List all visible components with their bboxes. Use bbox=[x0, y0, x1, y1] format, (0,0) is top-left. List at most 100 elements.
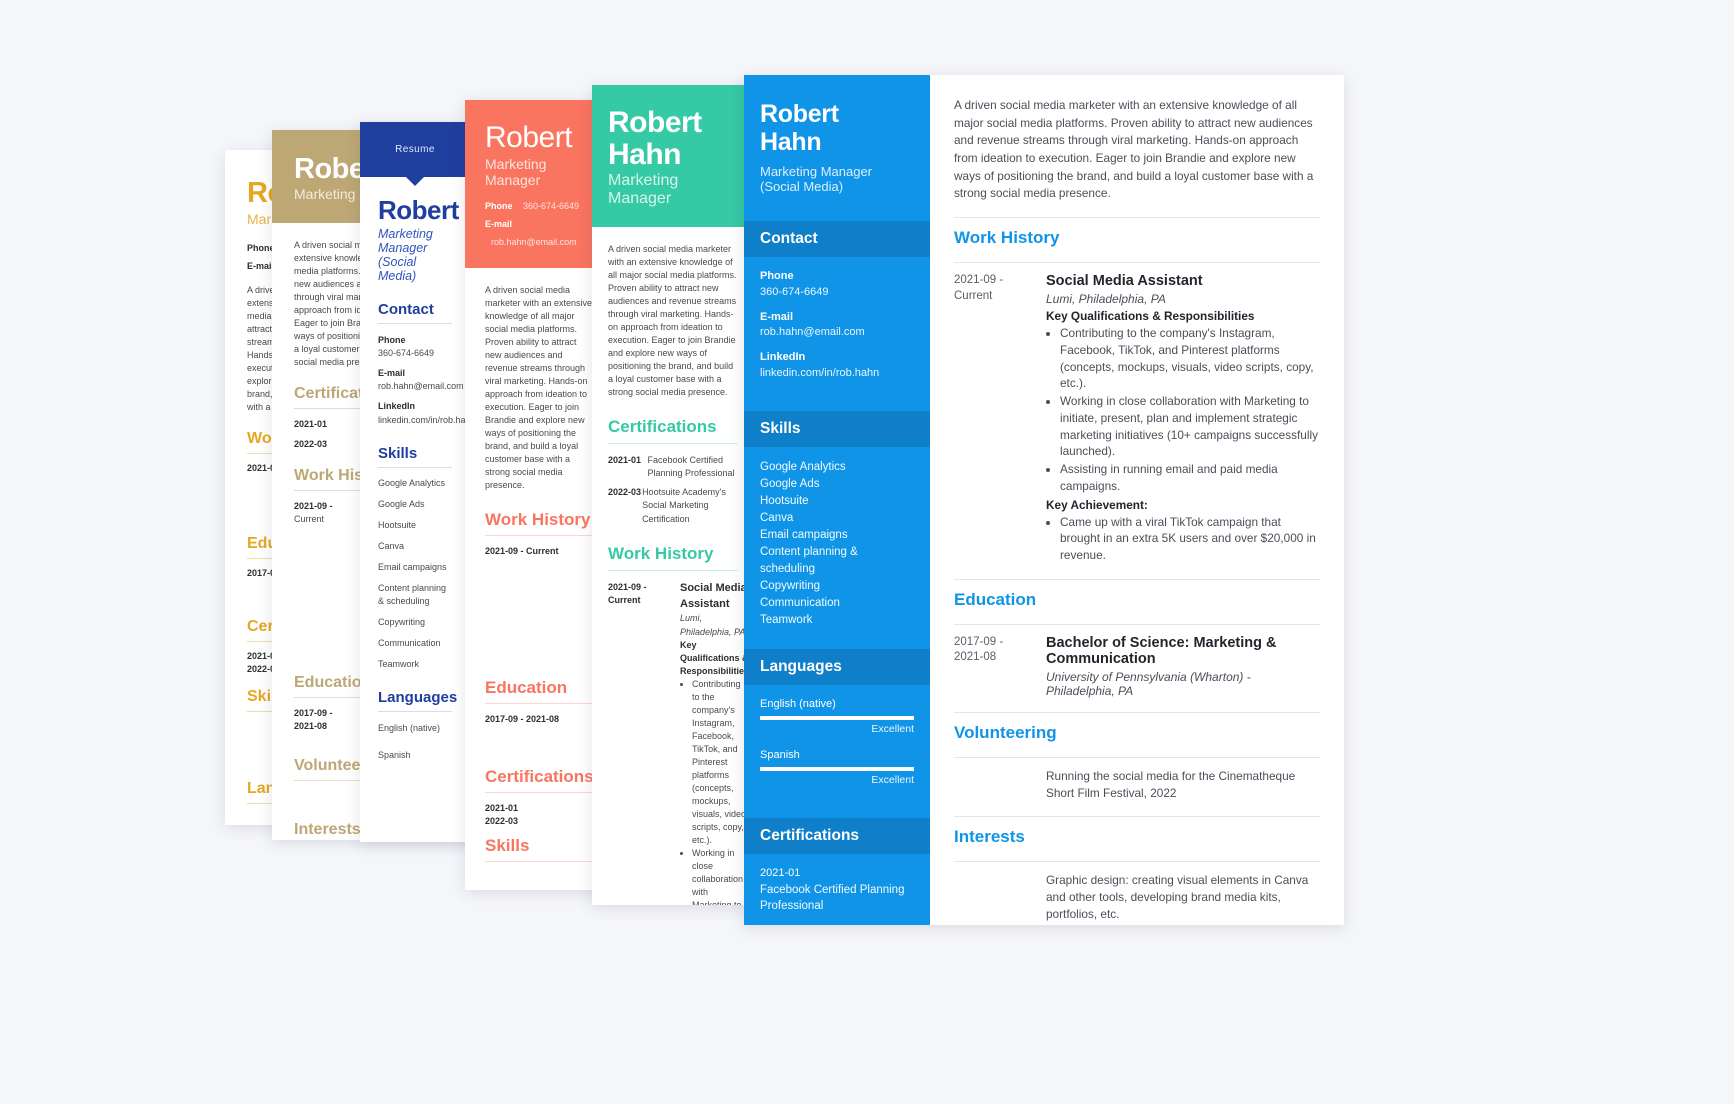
work-date-line1: 2021-09 - bbox=[608, 581, 647, 592]
section-certifications: Certifications bbox=[608, 417, 717, 437]
degree: Bachelor of Science: Marketing & Communi… bbox=[1046, 634, 1277, 667]
language-name: Spanish bbox=[760, 748, 800, 761]
job-title-line1: Marketing Manager bbox=[378, 227, 433, 256]
skill-item: Hootsuite bbox=[760, 495, 809, 508]
cert-date: 2022-03 bbox=[760, 923, 914, 925]
section-divider bbox=[954, 217, 1320, 219]
phone-value: 360-674-6649 bbox=[760, 285, 829, 298]
resume-job-title: Marketing Manager (Social Media) bbox=[760, 164, 914, 195]
section-contact: Contact bbox=[378, 301, 434, 319]
work-date: 2021-09 - Current bbox=[485, 546, 559, 557]
phone-label: Phone bbox=[760, 269, 794, 282]
skill-item: Google Ads bbox=[378, 498, 425, 509]
resume-name: Robert bbox=[485, 121, 573, 154]
education-date: 2017-09 - 2021-08 bbox=[485, 714, 560, 725]
section-skills: Skills bbox=[485, 835, 530, 855]
resume-name: Robert Hahn bbox=[608, 106, 702, 171]
job-bullet: Assisting in running email and paid medi… bbox=[1060, 461, 1320, 495]
job-achievement: Came up with a viral TikTok campaign tha… bbox=[1060, 514, 1320, 564]
email-value: rob.hahn@email.com bbox=[378, 381, 464, 392]
work-date: 2021-09 - Current bbox=[954, 273, 1046, 565]
linkedin-value: linkedin.com/in/rob.hahn bbox=[378, 414, 470, 425]
certification-item: 2022-03 Hootsuite Academy's Social Marke… bbox=[760, 923, 914, 925]
sidebar-section-contact: Contact bbox=[744, 220, 930, 257]
chevron-down-icon bbox=[406, 177, 424, 186]
language-level-label: Excellent bbox=[871, 773, 914, 786]
cert-date-1: 2021-01 bbox=[608, 455, 642, 466]
job-title: Social Media Assistant bbox=[1046, 273, 1203, 290]
certifications-block: 2021-01 Facebook Certified Planning Prof… bbox=[744, 854, 930, 925]
section-certifications: Certifications bbox=[485, 766, 594, 786]
job-bullets: Contributing to the company's Instagram,… bbox=[1060, 325, 1320, 495]
education-date-line2: 2021-08 bbox=[954, 651, 997, 664]
resume-name: Robert Hahn bbox=[760, 100, 914, 156]
work-date-line2: Current bbox=[954, 289, 993, 302]
section-divider bbox=[485, 791, 595, 793]
languages-block: English (native) Excellent Spanish Excel… bbox=[744, 685, 930, 811]
job-achievements: Came up with a viral TikTok campaign tha… bbox=[1060, 514, 1320, 564]
interests-entry: Graphic design: creating visual elements… bbox=[954, 872, 1320, 923]
interests-date bbox=[954, 872, 1046, 923]
skill-item: Hootsuite bbox=[378, 519, 417, 530]
language-item: Spanish Excellent bbox=[760, 748, 914, 788]
job-org: Lumi, Philadelphia, PA bbox=[680, 613, 746, 637]
skills-list: Google Analytics Google Ads Hootsuite Ca… bbox=[378, 477, 452, 671]
section-divider bbox=[954, 816, 1320, 818]
email-value: rob.hahn@email.com bbox=[491, 236, 577, 247]
section-divider bbox=[485, 703, 595, 705]
sidebar-section-certifications: Certifications bbox=[744, 817, 930, 854]
last-name: Hahn bbox=[760, 127, 822, 156]
language-name: English (native) bbox=[760, 698, 836, 711]
language-level-label: Excellent bbox=[871, 723, 914, 736]
resume-template-teal[interactable]: Robert Hahn Marketing Manager A driven s… bbox=[592, 85, 754, 905]
skills-block: Google Analytics Google Ads Hootsuite Ca… bbox=[744, 447, 930, 643]
section-education: Education bbox=[485, 678, 568, 698]
skill-item: Content planning & scheduling bbox=[760, 546, 858, 576]
skill-item: Communication bbox=[760, 597, 840, 610]
phone-label: Phone bbox=[485, 200, 513, 211]
interests-text: Graphic design: creating visual elements… bbox=[1046, 873, 1309, 922]
section-divider bbox=[954, 861, 1320, 863]
sidebar-section-skills: Skills bbox=[744, 411, 930, 448]
volunteering-date bbox=[954, 768, 1046, 802]
section-work-history: Work History bbox=[954, 228, 1060, 248]
resume-tab[interactable]: Resume bbox=[360, 122, 470, 186]
skill-item: Teamwork bbox=[760, 614, 813, 627]
skill-item: Canva bbox=[378, 540, 405, 551]
cert-date-1: 2021-01 bbox=[485, 802, 519, 813]
job-bullet: Working in close collaboration with Mark… bbox=[692, 847, 749, 905]
section-divider bbox=[608, 569, 738, 571]
section-divider bbox=[954, 578, 1320, 580]
cert-date-2: 2022-03 bbox=[608, 487, 642, 498]
email-label: E-mail bbox=[485, 218, 513, 229]
phone-label: Phone bbox=[247, 242, 275, 253]
education-date-line1: 2017-09 - bbox=[954, 635, 1004, 648]
skill-item: Copywriting bbox=[760, 580, 821, 593]
sidebar-section-languages: Languages bbox=[744, 649, 930, 686]
language-item: English (native) bbox=[378, 723, 441, 734]
education-entry: 2017-09 - 2021-08 Bachelor of Science: M… bbox=[954, 635, 1320, 698]
skill-item: Content planning & scheduling bbox=[378, 582, 447, 606]
phone-value: 360-674-6649 bbox=[522, 200, 580, 211]
section-divider bbox=[485, 535, 595, 537]
section-languages: Languages bbox=[378, 689, 458, 707]
section-divider bbox=[608, 443, 738, 445]
section-education: Education bbox=[954, 589, 1037, 609]
section-volunteering: Volunteering bbox=[954, 722, 1057, 742]
language-level-bar bbox=[760, 766, 914, 771]
work-date-line1: 2021-09 - bbox=[954, 274, 1004, 287]
resume-name: Robert bbox=[378, 195, 459, 225]
resume-template-blue-selected[interactable]: Robert Hahn Marketing Manager (Social Me… bbox=[744, 75, 1344, 925]
job-title: Social Media Assistant bbox=[680, 581, 747, 610]
job-bullet: Contributing to the company's Instagram,… bbox=[1060, 325, 1320, 392]
linkedin-value: linkedin.com/in/rob.hahn bbox=[760, 367, 880, 380]
resume-job-title: Marketing Manager bbox=[608, 172, 679, 208]
cert-name-1: Facebook Certified Planning Professional bbox=[647, 455, 735, 479]
email-value: rob.hahn@email.com bbox=[760, 326, 865, 339]
email-label: E-mail bbox=[378, 368, 406, 379]
section-divider bbox=[954, 262, 1320, 264]
skill-item: Canva bbox=[760, 512, 794, 525]
resume-summary: A driven social media marketer with an e… bbox=[954, 98, 1314, 201]
resume-template-gallery: Robert Marketing Manager Phone 360-674-6… bbox=[0, 0, 1734, 1104]
resume-template-navy[interactable]: Resume Robert Marketing Manager (Social … bbox=[360, 122, 470, 842]
